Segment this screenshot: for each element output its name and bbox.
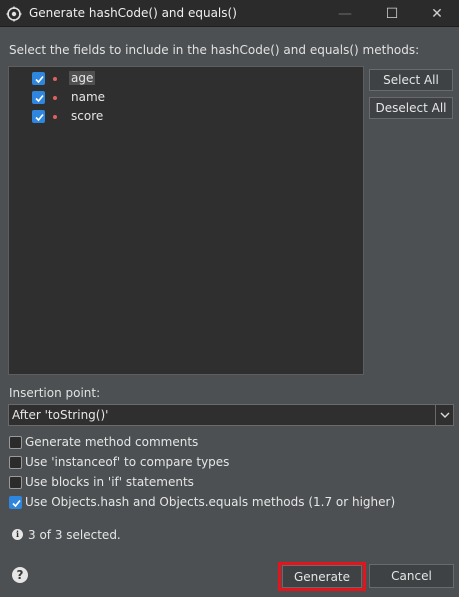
insertion-point-value: After 'toString()'	[12, 408, 109, 422]
title-bar: Generate hashCode() and equals() — ☐ ✕	[0, 0, 459, 27]
minimize-button[interactable]: —	[322, 0, 368, 27]
field-name-label: score	[71, 109, 104, 123]
close-icon: ✕	[431, 5, 443, 22]
maximize-button[interactable]: ☐	[369, 0, 415, 27]
field-checkbox-name[interactable]	[32, 91, 45, 104]
instruction-label: Select the fields to include in the hash…	[9, 43, 420, 57]
option-checkbox[interactable]	[9, 436, 22, 449]
field-private-icon	[53, 77, 57, 81]
close-button[interactable]: ✕	[414, 0, 459, 27]
field-checkbox-score[interactable]	[32, 110, 45, 123]
field-row-score[interactable]: score	[9, 107, 363, 125]
status-text: 3 of 3 selected.	[28, 528, 121, 542]
field-row-age[interactable]: age	[9, 69, 363, 87]
option-label: Use blocks in 'if' statements	[25, 475, 194, 489]
field-private-icon	[53, 96, 57, 100]
cancel-button[interactable]: Cancel	[369, 564, 454, 588]
insertion-point-label: Insertion point:	[9, 386, 101, 400]
field-name-label: name	[71, 90, 106, 104]
option-checkbox[interactable]	[9, 496, 22, 509]
window-title: Generate hashCode() and equals()	[29, 6, 237, 20]
deselect-all-button[interactable]: Deselect All	[369, 97, 453, 119]
option-label: Generate method comments	[25, 435, 199, 449]
info-icon: i	[12, 529, 23, 540]
minimize-icon: —	[338, 5, 352, 22]
option-checkbox[interactable]	[9, 476, 22, 489]
option-label: Use 'instanceof' to compare types	[25, 455, 230, 469]
maximize-icon: ☐	[385, 5, 399, 22]
eclipse-icon	[6, 6, 22, 22]
field-checkbox-age[interactable]	[32, 72, 45, 85]
option-generate-comments[interactable]: Generate method comments	[9, 435, 449, 451]
option-use-blocks[interactable]: Use blocks in 'if' statements	[9, 475, 449, 491]
option-use-instanceof[interactable]: Use 'instanceof' to compare types	[9, 455, 449, 471]
chevron-down-icon[interactable]	[435, 405, 453, 425]
field-row-name[interactable]: name	[9, 88, 363, 106]
field-name-label: age	[69, 71, 96, 85]
generate-button[interactable]: Generate	[282, 565, 362, 588]
option-label: Use Objects.hash and Objects.equals meth…	[25, 495, 396, 509]
field-private-icon	[53, 115, 57, 119]
field-list[interactable]: age name score	[8, 66, 364, 375]
select-all-button[interactable]: Select All	[369, 69, 453, 91]
option-checkbox[interactable]	[9, 456, 22, 469]
insertion-point-select[interactable]: After 'toString()'	[8, 404, 454, 426]
option-use-objects-hash[interactable]: Use Objects.hash and Objects.equals meth…	[9, 495, 449, 511]
help-icon[interactable]: ?	[12, 567, 28, 583]
